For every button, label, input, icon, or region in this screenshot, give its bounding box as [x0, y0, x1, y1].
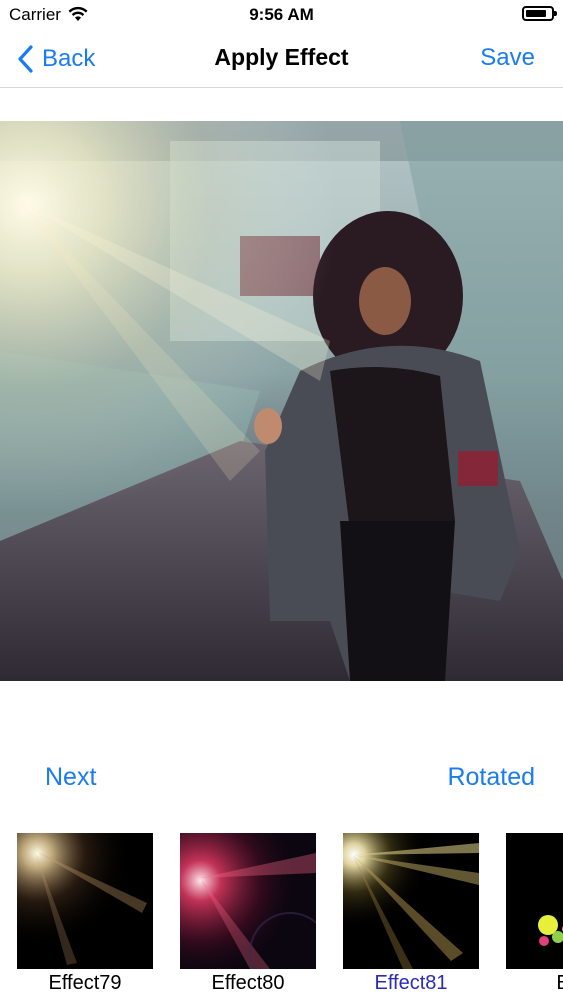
photo-preview — [0, 121, 563, 681]
effects-strip[interactable]: Effect79 Effect80 Effect81 — [0, 833, 563, 1000]
effect-preview-image — [180, 833, 316, 969]
status-bar: Carrier 9:56 AM — [0, 0, 563, 30]
effect-preview-image — [506, 833, 563, 969]
effect-thumbnail[interactable] — [17, 833, 153, 969]
effect-thumbnail[interactable] — [180, 833, 316, 969]
effect-preview-image — [343, 833, 479, 969]
status-time: 9:56 AM — [249, 5, 314, 24]
effect-label-selected: Effect81 — [374, 972, 448, 994]
save-button[interactable]: Save — [480, 44, 535, 72]
effect-label: Effe — [506, 972, 563, 995]
battery-icon — [522, 6, 557, 21]
effect-thumbnail[interactable] — [506, 833, 563, 969]
next-button[interactable]: Next — [45, 763, 96, 792]
rotated-button[interactable]: Rotated — [447, 763, 535, 792]
effect-thumbnail-selected[interactable] — [343, 833, 479, 969]
effect-label: Effect79 — [48, 972, 122, 994]
page-title: Apply Effect — [214, 44, 349, 70]
effect-label: Effect80 — [211, 972, 285, 994]
effect-preview-image — [17, 833, 153, 969]
navigation-bar: Back Apply Effect Save — [0, 30, 563, 88]
photo-image — [0, 121, 563, 681]
